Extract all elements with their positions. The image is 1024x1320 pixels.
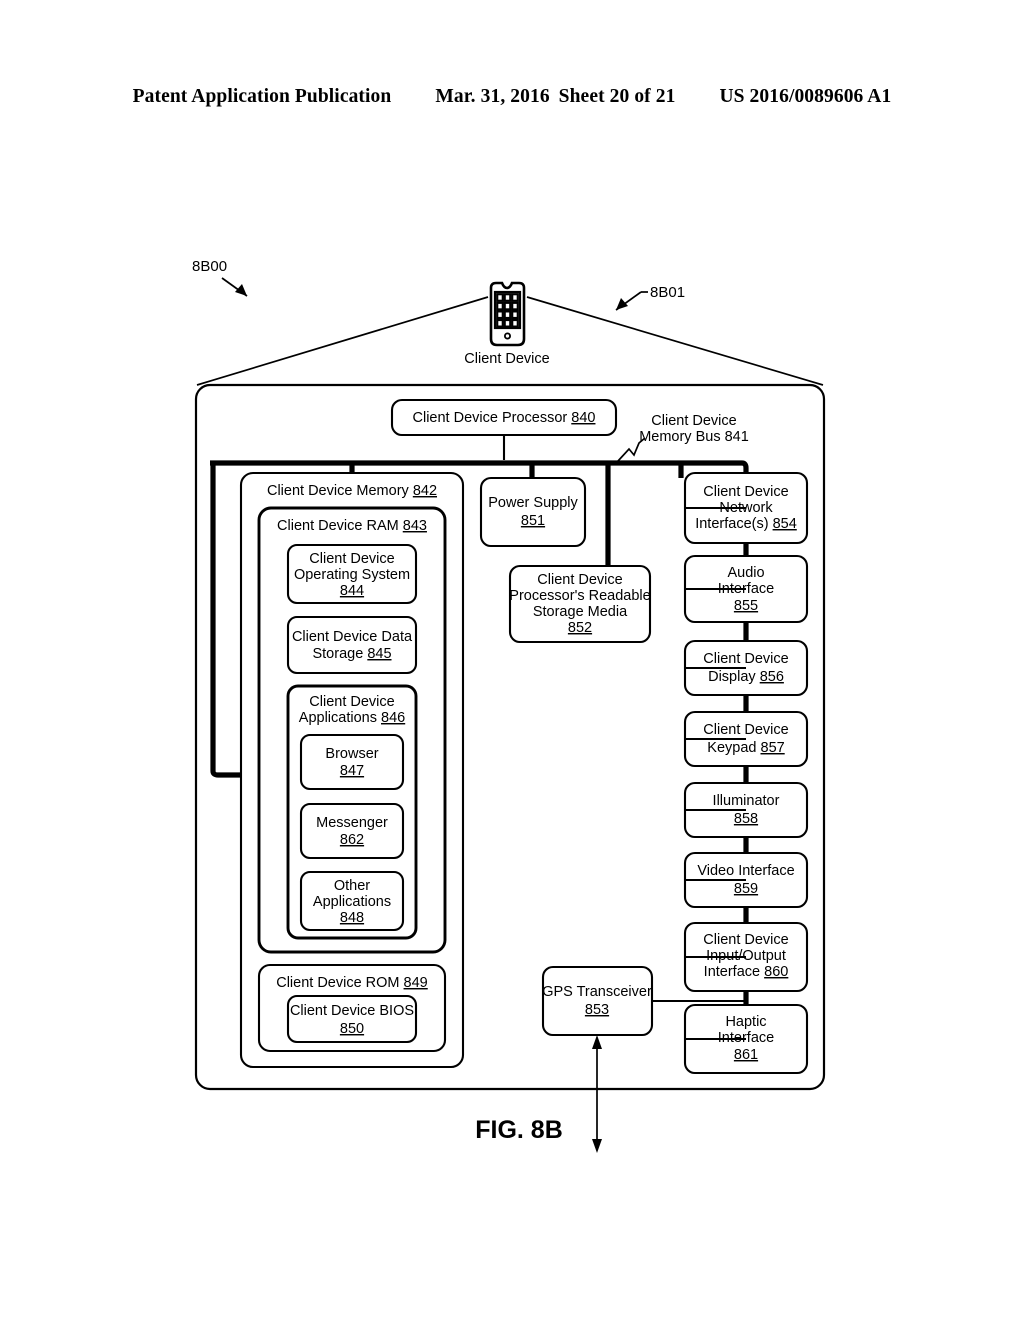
memory-bus-label-line1: Client Device — [651, 413, 736, 429]
client-device-ram-label: Client Device RAM 843 — [277, 518, 427, 534]
svg-text:Interface(s) 854: Interface(s) 854 — [695, 516, 797, 532]
client-device-operating-system-label: Client Device — [309, 551, 394, 567]
client-device-keypad-label: Client Device — [703, 722, 788, 738]
svg-text:844: 844 — [340, 583, 364, 599]
audio-interface-label: Audio — [727, 565, 764, 581]
other-applications-label: Other — [334, 878, 370, 894]
svg-text:Applications: Applications — [313, 894, 391, 910]
svg-text:853: 853 — [585, 1002, 609, 1018]
processor-readable-storage-media-label: Client Device — [537, 572, 622, 588]
svg-text:Interface: Interface — [718, 1030, 774, 1046]
client-device-applications-label: Client Device — [309, 694, 394, 710]
callout-8b01 — [615, 291, 648, 311]
client-device-phone-icon — [489, 281, 526, 347]
power-supply-label: Power Supply — [488, 495, 578, 511]
svg-text:847: 847 — [340, 763, 364, 779]
callout-8b00 — [221, 277, 248, 297]
svg-text:861: 861 — [734, 1047, 758, 1063]
browser-label: Browser — [325, 746, 378, 762]
messenger-label: Messenger — [316, 815, 388, 831]
svg-text:848: 848 — [340, 910, 364, 926]
svg-text:Keypad 857: Keypad 857 — [707, 740, 784, 756]
svg-text:Input/Output: Input/Output — [706, 948, 786, 964]
svg-text:Operating System: Operating System — [294, 567, 410, 583]
svg-text:855: 855 — [734, 598, 758, 614]
haptic-interface-label: Haptic — [725, 1014, 766, 1030]
figure-caption: FIG. 8B — [475, 1116, 563, 1144]
client-device-data-storage-label: Client Device Data — [292, 629, 413, 645]
roof-line-left — [196, 296, 489, 386]
svg-text:850: 850 — [340, 1021, 364, 1037]
svg-text:862: 862 — [340, 832, 364, 848]
client-device-bios-label: Client Device BIOS — [290, 1003, 414, 1019]
illuminator-label: Illuminator — [713, 793, 780, 809]
svg-text:Storage Media: Storage Media — [533, 604, 628, 620]
svg-text:859: 859 — [734, 881, 758, 897]
svg-text:Display 856: Display 856 — [708, 669, 784, 685]
svg-text:Applications 846: Applications 846 — [299, 710, 405, 726]
svg-text:Interface: Interface — [718, 581, 774, 597]
memory-bus-label-line2: Memory Bus 841 — [639, 429, 749, 445]
svg-text:858: 858 — [734, 811, 758, 827]
svg-text:Processor's Readable: Processor's Readable — [509, 588, 650, 604]
client-device-display-label: Client Device — [703, 651, 788, 667]
client-device-network-interface-label: Client Device — [703, 484, 788, 500]
client-device-memory-label: Client Device Memory 842 — [267, 483, 437, 499]
client-device-icon-label: Client Device — [464, 351, 549, 367]
client-device-io-interface-label: Client Device — [703, 932, 788, 948]
callout-label-8b01: 8B01 — [650, 284, 685, 301]
figure-8b: Client Device Memory Bus 841 Client Devi… — [0, 0, 1024, 1320]
video-interface-label: Video Interface — [697, 863, 794, 879]
svg-text:Storage 845: Storage 845 — [312, 646, 391, 662]
client-device-processor-label: Client Device Processor 840 — [413, 410, 596, 426]
roof-line-right — [526, 296, 824, 386]
gps-transceiver-label: GPS Transceiver — [542, 984, 652, 1000]
svg-text:Network: Network — [719, 500, 773, 516]
svg-text:851: 851 — [521, 513, 545, 529]
callout-label-8b00: 8B00 — [192, 258, 227, 275]
svg-text:Interface 860: Interface 860 — [704, 964, 789, 980]
client-device-rom-label: Client Device ROM 849 — [276, 975, 428, 991]
svg-text:852: 852 — [568, 620, 592, 636]
